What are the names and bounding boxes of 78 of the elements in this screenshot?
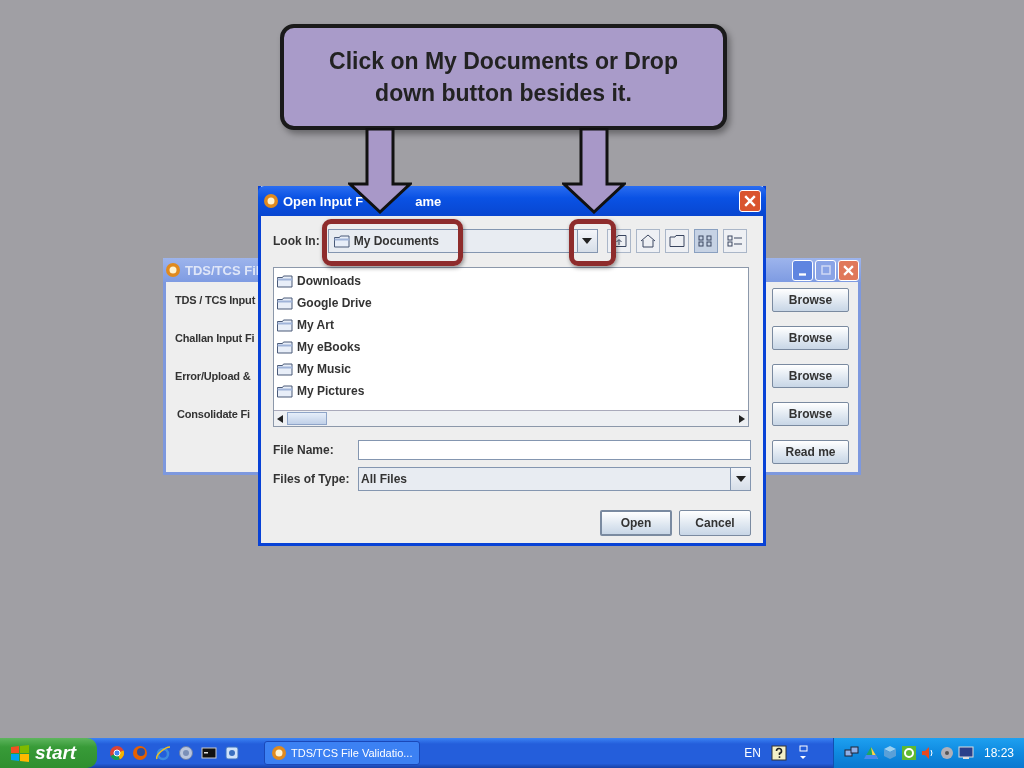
folder-icon <box>333 234 350 248</box>
file-type-label: Files of Type: <box>273 472 351 486</box>
cancel-button[interactable]: Cancel <box>679 510 751 536</box>
maximize-icon <box>820 265 831 275</box>
folder-icon <box>277 340 293 354</box>
new-folder-button[interactable] <box>664 229 689 253</box>
start-button[interactable]: start <box>0 738 97 768</box>
browser-icon[interactable] <box>155 745 171 761</box>
browse-button[interactable]: Browse <box>772 326 849 350</box>
folder-icon <box>277 318 293 332</box>
read-me-button[interactable]: Read me <box>772 440 849 464</box>
box-icon[interactable] <box>881 745 898 761</box>
close-button[interactable] <box>838 259 859 281</box>
list-view-button[interactable] <box>693 229 718 253</box>
close-button[interactable] <box>739 190 761 212</box>
scroll-left-icon <box>277 414 283 423</box>
browse-button[interactable]: Browse <box>772 288 849 312</box>
folder-icon <box>277 274 293 288</box>
globe-icon[interactable] <box>178 745 194 761</box>
browse-button[interactable]: Browse <box>772 364 849 388</box>
field-label: Error/Upload & <box>175 370 251 382</box>
details-view-button[interactable] <box>722 229 747 253</box>
monitor-icon[interactable] <box>957 745 974 761</box>
app-logo-icon <box>263 193 279 209</box>
folder-icon <box>277 296 293 310</box>
field-label: TDS / TCS Input <box>175 294 256 306</box>
folder-item[interactable]: Downloads <box>277 270 745 292</box>
field-label: Consolidate Fi <box>177 408 250 420</box>
dialog-title: Open Input F <box>283 193 364 209</box>
command-prompt-icon[interactable] <box>201 745 217 761</box>
app-logo-icon <box>271 745 287 761</box>
look-in-label: Look In: <box>273 234 320 248</box>
windows-flag-icon <box>10 744 30 762</box>
maximize-button[interactable] <box>815 259 836 281</box>
callout-box: Click on My Documents or Drop down button besides it. <box>280 24 727 130</box>
caret-icon <box>582 238 593 244</box>
home-icon <box>639 234 656 248</box>
folder-icon <box>277 362 293 376</box>
firefox-icon[interactable] <box>132 745 148 761</box>
dropdown-button[interactable] <box>576 230 597 252</box>
window-title: TDS/TCS Fil <box>185 262 260 278</box>
file-type-value: All Files <box>361 472 407 486</box>
field-label: Challan Input Fi <box>175 332 255 344</box>
folder-item[interactable]: Google Drive <box>277 292 745 314</box>
dialog-title: ame <box>415 193 442 209</box>
folder-icon <box>277 384 293 398</box>
app-logo-icon <box>165 262 181 278</box>
chrome-icon[interactable] <box>109 745 125 761</box>
folder-item[interactable]: My Pictures <box>277 380 745 402</box>
open-button[interactable]: Open <box>600 510 672 536</box>
taskbar-button[interactable]: TDS/TCS File Validatio... <box>264 741 420 765</box>
details-view-icon <box>726 234 743 248</box>
file-name-field[interactable] <box>358 440 751 460</box>
clock: 18:23 <box>983 746 1014 760</box>
minimize-icon <box>799 272 806 276</box>
scroll-right-icon <box>739 414 745 423</box>
folder-item[interactable]: My Art <box>277 314 745 336</box>
file-type-dropdown[interactable]: All Files <box>358 467 751 491</box>
close-icon <box>744 195 756 207</box>
dropdown-button[interactable] <box>730 468 750 490</box>
list-view-icon <box>697 234 714 248</box>
folder-item[interactable]: My Music <box>277 358 745 380</box>
close-icon <box>843 264 854 276</box>
file-name-label: File Name: <box>273 443 335 457</box>
highlight-frame <box>569 219 616 266</box>
q-app-icon[interactable] <box>900 745 917 761</box>
folder-icon <box>668 234 685 248</box>
look-in-dropdown[interactable]: My Documents <box>327 229 598 253</box>
minimize-button[interactable] <box>792 259 813 281</box>
triangle-icon[interactable] <box>862 745 879 761</box>
help-icon[interactable] <box>770 745 787 761</box>
folder-item[interactable]: My eBooks <box>277 336 745 358</box>
language-indicator[interactable]: EN <box>744 746 761 760</box>
look-in-value: My Documents <box>353 234 440 248</box>
volume-icon[interactable] <box>919 745 936 761</box>
browse-button[interactable]: Browse <box>772 402 849 426</box>
scroll-thumb[interactable] <box>287 412 327 425</box>
horizontal-scrollbar[interactable] <box>274 410 748 426</box>
